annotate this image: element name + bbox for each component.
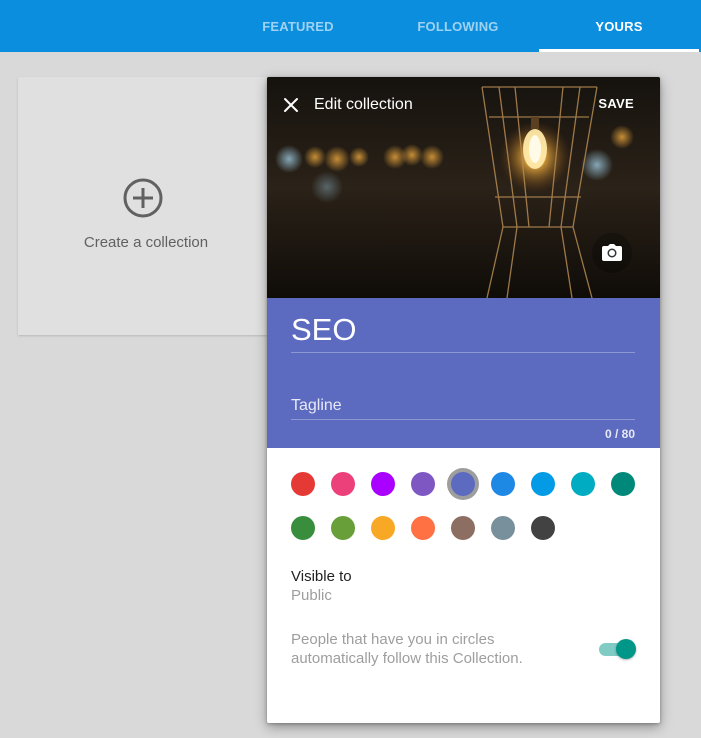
tab-yours[interactable]: YOURS <box>539 0 699 52</box>
create-collection-label: Create a collection <box>83 234 209 251</box>
color-swatch[interactable] <box>291 516 315 540</box>
color-swatch[interactable] <box>411 516 435 540</box>
top-nav-bar: FEATURED FOLLOWING YOURS <box>0 0 701 52</box>
visible-to-label: Visible to <box>291 568 352 585</box>
title-area: SEO Tagline 0 / 80 <box>267 298 660 448</box>
close-icon[interactable] <box>282 96 300 114</box>
color-swatch[interactable] <box>371 472 395 496</box>
toggle-thumb <box>616 639 636 659</box>
color-swatch[interactable] <box>531 472 555 496</box>
camera-icon <box>602 244 622 261</box>
color-swatch[interactable] <box>611 472 635 496</box>
edit-collection-dialog: Edit collection SAVE SEO Tagline 0 / 80 … <box>267 77 660 723</box>
color-swatch[interactable] <box>451 516 475 540</box>
tab-following[interactable]: FOLLOWING <box>378 0 538 52</box>
color-swatch[interactable] <box>491 516 515 540</box>
color-swatch[interactable] <box>371 516 395 540</box>
auto-follow-description: People that have you in circles automati… <box>291 631 523 667</box>
color-swatch[interactable] <box>571 472 595 496</box>
color-swatch[interactable] <box>451 472 475 496</box>
collection-name-input[interactable]: SEO <box>291 312 635 353</box>
cover-photo: Edit collection SAVE <box>267 77 660 298</box>
color-swatch[interactable] <box>331 516 355 540</box>
tagline-char-counter: 0 / 80 <box>604 427 635 441</box>
auto-follow-toggle[interactable] <box>599 639 637 659</box>
color-swatch[interactable] <box>491 472 515 496</box>
color-swatch[interactable] <box>411 472 435 496</box>
tab-featured[interactable]: FEATURED <box>218 0 378 52</box>
color-swatch[interactable] <box>291 472 315 496</box>
active-tab-indicator <box>539 49 699 52</box>
add-circle-icon <box>123 178 163 218</box>
color-swatch[interactable] <box>331 472 355 496</box>
tagline-input[interactable]: Tagline <box>291 397 635 420</box>
save-button[interactable]: SAVE <box>598 96 634 111</box>
change-cover-button[interactable] <box>592 233 632 273</box>
dialog-title: Edit collection <box>314 96 413 113</box>
color-swatch[interactable] <box>531 516 555 540</box>
create-collection-card[interactable]: Create a collection <box>18 77 274 335</box>
visibility-selector[interactable]: Public <box>291 587 332 604</box>
